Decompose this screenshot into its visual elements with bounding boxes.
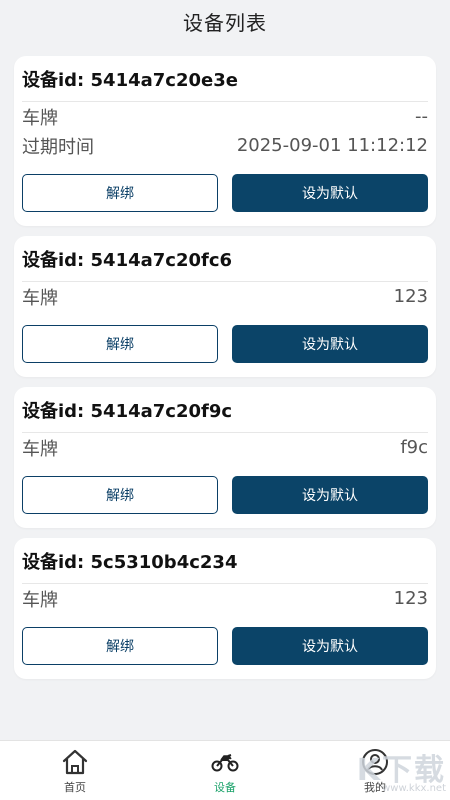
plate-row: 车牌 123 (22, 584, 428, 613)
card-actions: 解绑 设为默认 (22, 476, 428, 514)
expiry-value: 2025-09-01 11:12:12 (236, 135, 428, 156)
plate-value: f9c (400, 437, 428, 458)
device-card: 设备id: 5c5310b4c234 车牌 123 解绑 设为默认 (14, 538, 436, 679)
set-default-button[interactable]: 设为默认 (232, 627, 428, 665)
plate-row: 车牌 123 (22, 282, 428, 311)
device-id-heading: 设备id: 5414a7c20fc6 (22, 236, 428, 282)
unbind-button[interactable]: 解绑 (22, 476, 218, 514)
watermark-site: www.kkx.net (382, 782, 446, 794)
device-card: 设备id: 5414a7c20fc6 车牌 123 解绑 设为默认 (14, 236, 436, 377)
card-actions: 解绑 设为默认 (22, 174, 428, 212)
unbind-button[interactable]: 解绑 (22, 174, 218, 212)
device-id-heading: 设备id: 5414a7c20e3e (22, 56, 428, 102)
page-title: 设备列表 (183, 10, 267, 35)
set-default-button[interactable]: 设为默认 (232, 476, 428, 514)
watermark-logo: K下载 www.kkx.net (350, 744, 446, 794)
plate-value: 123 (393, 286, 428, 307)
motorcycle-icon (211, 753, 239, 771)
home-icon (62, 749, 88, 774)
device-list: 设备id: 5414a7c20e3e 车牌 -- 过期时间 2025-09-01… (14, 56, 436, 689)
set-default-button[interactable]: 设为默认 (232, 325, 428, 363)
card-actions: 解绑 设为默认 (22, 325, 428, 363)
tab-home[interactable]: 首页 (0, 741, 150, 800)
set-default-button[interactable]: 设为默认 (232, 174, 428, 212)
expiry-row: 过期时间 2025-09-01 11:12:12 (22, 131, 428, 160)
tab-device[interactable]: 设备 (150, 741, 300, 800)
card-actions: 解绑 设为默认 (22, 627, 428, 665)
plate-label: 车牌 (22, 107, 58, 129)
plate-value: -- (415, 106, 428, 127)
unbind-button[interactable]: 解绑 (22, 627, 218, 665)
device-card: 设备id: 5414a7c20f9c 车牌 f9c 解绑 设为默认 (14, 387, 436, 528)
top-bar: 设备列表 (0, 0, 450, 42)
expiry-label: 过期时间 (22, 136, 94, 158)
plate-label: 车牌 (22, 589, 58, 611)
plate-value: 123 (393, 588, 428, 609)
device-id-heading: 设备id: 5c5310b4c234 (22, 538, 428, 584)
device-id-heading: 设备id: 5414a7c20f9c (22, 387, 428, 433)
device-list-page: 设备列表 设备id: 5414a7c20e3e 车牌 -- 过期时间 2025-… (0, 0, 450, 800)
plate-label: 车牌 (22, 438, 58, 460)
tab-home-label: 首页 (64, 780, 86, 794)
tab-device-label: 设备 (214, 780, 236, 794)
unbind-button[interactable]: 解绑 (22, 325, 218, 363)
plate-label: 车牌 (22, 287, 58, 309)
plate-row: 车牌 -- (22, 102, 428, 131)
plate-row: 车牌 f9c (22, 433, 428, 462)
device-card: 设备id: 5414a7c20e3e 车牌 -- 过期时间 2025-09-01… (14, 56, 436, 226)
